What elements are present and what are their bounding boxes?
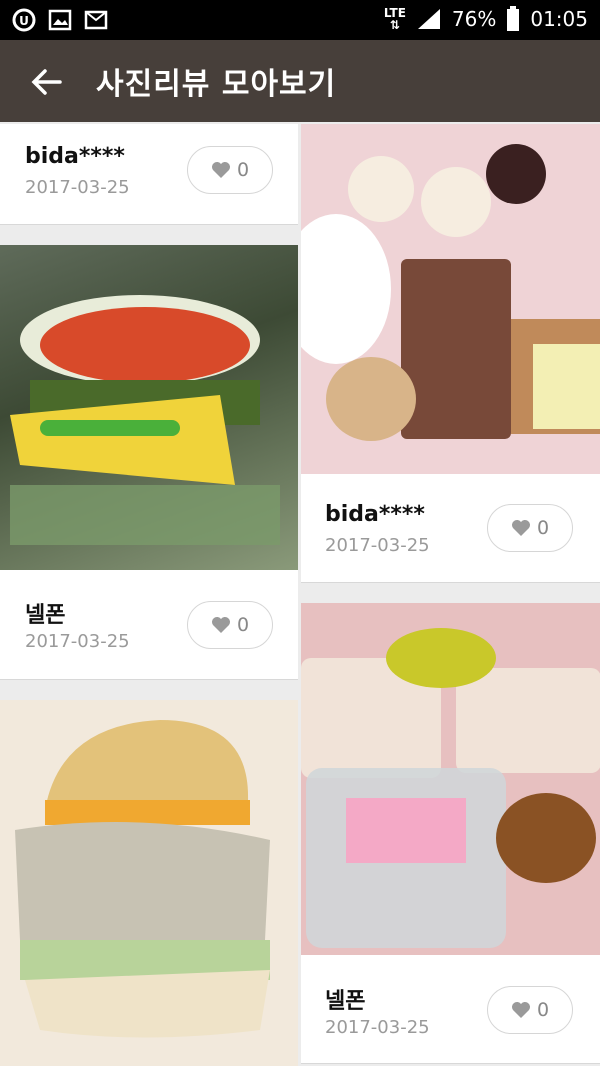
heart-icon [511, 1002, 530, 1018]
like-button[interactable]: 0 [487, 504, 573, 552]
food-photo [301, 124, 600, 474]
review-photo[interactable] [0, 245, 298, 570]
review-card[interactable]: bida**** 2017-03-25 0 [0, 124, 298, 225]
food-photo [301, 603, 600, 955]
review-card[interactable]: 넬폰 2017-03-25 0 [0, 245, 298, 680]
review-card[interactable] [0, 700, 298, 1066]
review-username: 넬폰 [25, 603, 66, 628]
uplus-icon: U [12, 8, 36, 32]
review-username: bida**** [325, 502, 425, 527]
review-date: 2017-03-25 [25, 631, 130, 652]
signal-icon [417, 9, 440, 29]
like-button[interactable]: 0 [187, 146, 273, 194]
like-button[interactable]: 0 [487, 986, 573, 1034]
status-bar: U LTE ⇅ 76% 01:05 [0, 0, 600, 40]
review-photo[interactable] [301, 603, 600, 955]
network-indicator: LTE ⇅ [383, 6, 406, 32]
heart-icon [211, 617, 230, 633]
review-username: bida**** [25, 144, 125, 169]
like-count: 0 [236, 614, 250, 636]
app-toolbar: 사진리뷰 모아보기 [0, 40, 600, 122]
like-count: 0 [236, 159, 250, 181]
review-photo[interactable] [0, 700, 298, 1066]
review-username: 넬폰 [325, 989, 366, 1014]
review-card[interactable]: bida**** 2017-03-25 0 [301, 124, 600, 583]
heart-icon [211, 162, 230, 178]
like-button[interactable]: 0 [187, 601, 273, 649]
page-title: 사진리뷰 모아보기 [96, 67, 337, 102]
battery-icon [507, 6, 520, 31]
review-date: 2017-03-25 [325, 535, 430, 556]
sandwich-photo [0, 700, 298, 1066]
heart-icon [511, 520, 530, 536]
like-count: 0 [536, 999, 550, 1021]
review-photo[interactable] [301, 124, 600, 474]
battery-percent: 76% [451, 7, 497, 31]
review-date: 2017-03-25 [325, 1017, 430, 1038]
review-card[interactable]: 넬폰 2017-03-25 0 [301, 603, 600, 1064]
review-date: 2017-03-25 [25, 177, 130, 198]
back-arrow-icon[interactable] [30, 65, 64, 99]
svg-text:U: U [19, 14, 29, 28]
clock: 01:05 [530, 7, 588, 31]
image-icon [48, 9, 72, 31]
mail-icon [84, 10, 108, 30]
like-count: 0 [536, 517, 550, 539]
sandwich-photo [10, 295, 280, 545]
